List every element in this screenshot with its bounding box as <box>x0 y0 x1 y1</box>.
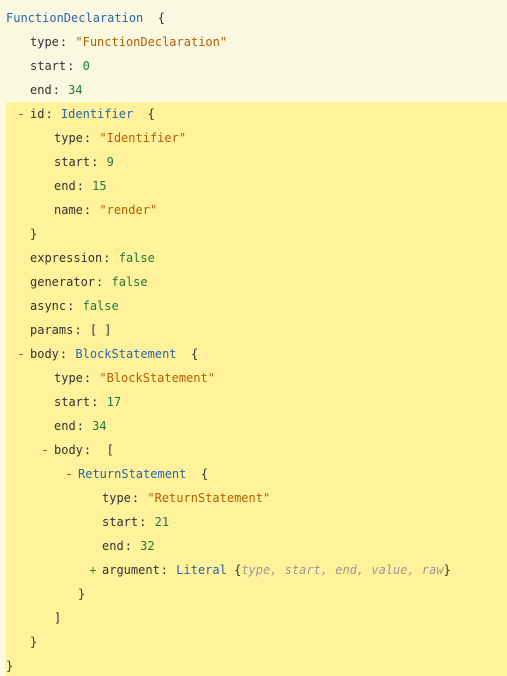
prop-type[interactable]: type: "ReturnStatement" <box>102 486 507 510</box>
toggle-icon[interactable]: - <box>40 444 50 456</box>
prop-start[interactable]: start: 17 <box>54 390 507 414</box>
prop-params[interactable]: params: [ ] <box>30 318 507 342</box>
node-header-body-array[interactable]: -body: [ <box>54 438 507 462</box>
ctor-name: FunctionDeclaration <box>6 11 143 25</box>
prop-end[interactable]: end: 15 <box>54 174 507 198</box>
prop-start[interactable]: start: 21 <box>102 510 507 534</box>
ast-tree: FunctionDeclaration { type: "FunctionDec… <box>0 0 507 676</box>
prop-start[interactable]: start: 9 <box>54 150 507 174</box>
toggle-icon[interactable]: + <box>88 564 98 576</box>
brace-close: } <box>6 654 507 676</box>
ctor-name: Identifier <box>61 107 133 121</box>
toggle-icon[interactable]: - <box>16 348 26 360</box>
collapsed-keys: type, start, end, value, raw <box>241 563 443 577</box>
ctor-name: ReturnStatement <box>78 467 186 481</box>
ctor-name: Literal <box>176 563 227 577</box>
prop-generator[interactable]: generator: false <box>30 270 507 294</box>
node-header-functiondeclaration[interactable]: FunctionDeclaration { <box>6 6 507 30</box>
highlighted-region: -id: Identifier { type: "Identifier" sta… <box>6 102 507 676</box>
prop-end[interactable]: end: 34 <box>54 414 507 438</box>
prop-expression[interactable]: expression: false <box>30 246 507 270</box>
node-header-returnstatement[interactable]: -ReturnStatement { <box>78 462 507 486</box>
brace-close: } <box>30 222 507 246</box>
brace-close: } <box>78 582 507 606</box>
prop-type[interactable]: type: "BlockStatement" <box>54 366 507 390</box>
brace-close: } <box>30 630 507 654</box>
brace-open: { <box>158 11 165 25</box>
prop-start[interactable]: start: 0 <box>30 54 507 78</box>
prop-type[interactable]: type: "FunctionDeclaration" <box>30 30 507 54</box>
prop-name[interactable]: name: "render" <box>54 198 507 222</box>
prop-async[interactable]: async: false <box>30 294 507 318</box>
node-header-id[interactable]: -id: Identifier { <box>30 102 507 126</box>
prop-end[interactable]: end: 32 <box>102 534 507 558</box>
bracket-close: ] <box>54 606 507 630</box>
prop-end[interactable]: end: 34 <box>30 78 507 102</box>
toggle-icon[interactable]: - <box>16 108 26 120</box>
node-header-argument[interactable]: +argument: Literal {type, start, end, va… <box>102 558 507 582</box>
toggle-icon[interactable]: - <box>64 468 74 480</box>
node-header-body[interactable]: -body: BlockStatement { <box>30 342 507 366</box>
ctor-name: BlockStatement <box>75 347 176 361</box>
prop-type[interactable]: type: "Identifier" <box>54 126 507 150</box>
